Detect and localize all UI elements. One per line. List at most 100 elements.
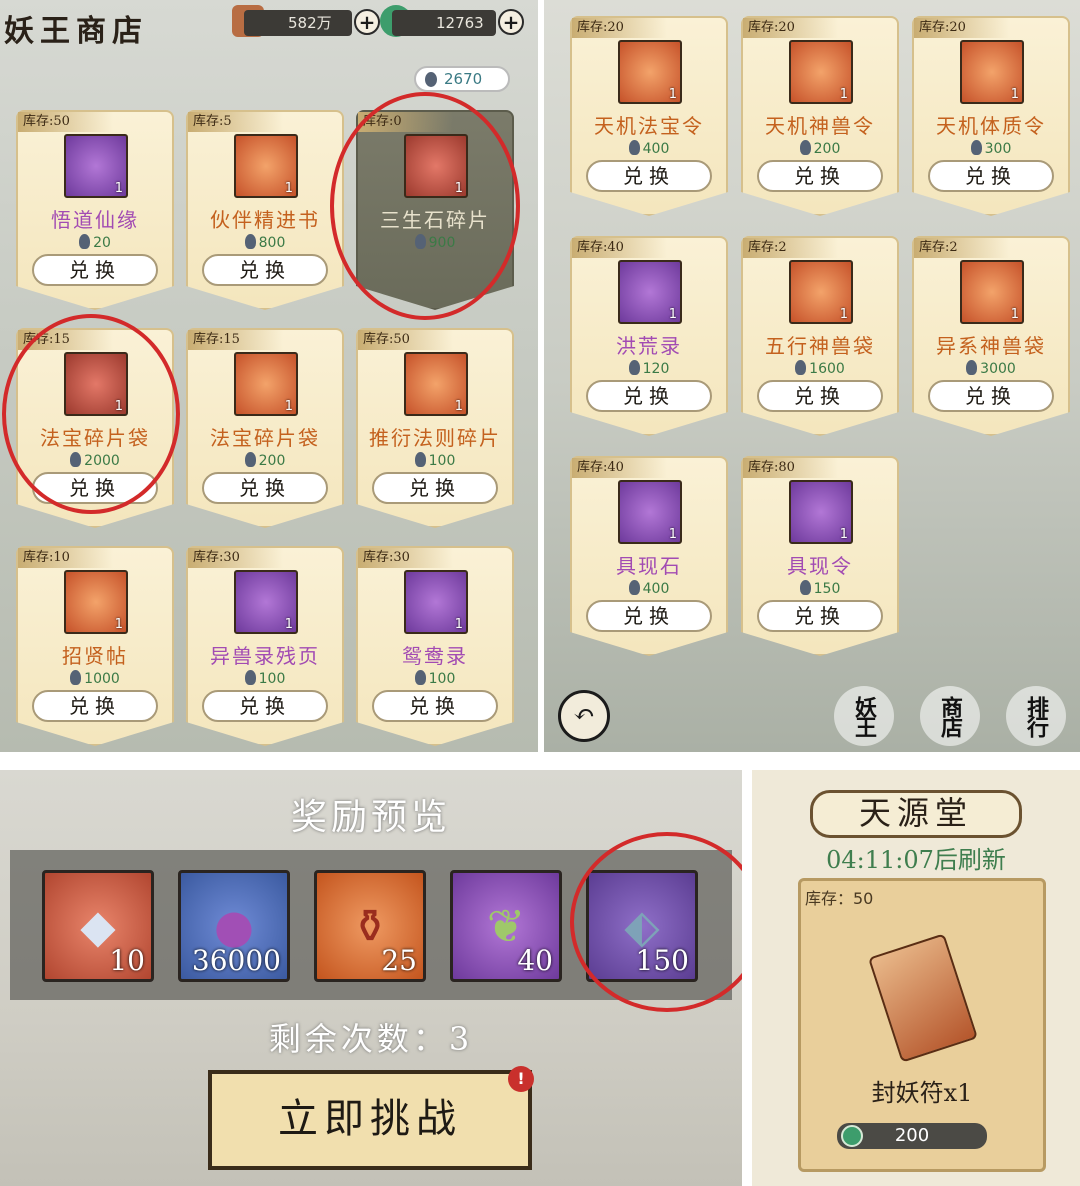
shop-panel-yaowang: 妖王商店 582万 + 12763 + 2670 库存:50 1 悟道仙缘 20… <box>0 0 538 752</box>
item-stock: 库存:50 <box>358 330 453 350</box>
item-price: 400 <box>572 580 726 597</box>
reward-jade[interactable]: ❦ 40 <box>450 870 562 982</box>
stone-icon <box>425 72 437 87</box>
item-qty: 1 <box>284 181 293 196</box>
currency-1-bar: 582万 <box>244 10 352 36</box>
item-name: 异兽录残页 <box>210 644 320 668</box>
item-name: 具现令 <box>787 554 853 578</box>
shop-item-card[interactable]: 库存:5 1 伙伴精进书 800 兑换 <box>186 110 344 310</box>
item-price: 3000 <box>914 360 1068 377</box>
exchange-button[interactable]: 兑换 <box>757 600 883 632</box>
reward-preview-panel: 奖励预览 ◆ 10 ● 36000 ⚱ 25 ❦ 40 ⬖ 150 剩余次数：3… <box>0 770 742 1186</box>
exchange-button[interactable]: 兑换 <box>757 380 883 412</box>
challenge-button[interactable]: 立即挑战 <box>208 1070 532 1170</box>
stone-icon <box>628 360 640 375</box>
shop-item-card[interactable]: 库存:30 1 异兽录残页 100 兑换 <box>186 546 344 746</box>
stone-icon <box>244 670 256 685</box>
stone-balance-value: 2670 <box>444 70 483 88</box>
item-qty: 1 <box>454 399 463 414</box>
exchange-button[interactable]: 兑换 <box>586 160 712 192</box>
item-qty: 1 <box>668 87 677 102</box>
item-name: 五行神兽袋 <box>765 334 875 358</box>
exchange-button[interactable]: 兑换 <box>202 254 328 286</box>
exchange-button[interactable]: 兑换 <box>372 690 498 722</box>
shop-item-card[interactable]: 库存:20 1 天机神兽令 200 兑换 <box>741 16 899 216</box>
item-qty: 1 <box>114 181 123 196</box>
shop-item-card[interactable]: 库存:40 1 具现石 400 兑换 <box>570 456 728 656</box>
shop-item-card[interactable]: 库存:30 1 鸳鸯录 100 兑换 <box>356 546 514 746</box>
exchange-button[interactable]: 兑换 <box>202 690 328 722</box>
currency-2-bar: 12763 <box>392 10 496 36</box>
exchange-button[interactable]: 兑换 <box>928 160 1054 192</box>
item-icon: 1 <box>234 570 298 634</box>
item-name: 伙伴精进书 <box>210 208 320 232</box>
add-currency-2-button[interactable]: + <box>498 9 524 35</box>
item-name: 具现石 <box>616 554 682 578</box>
item-stock: 库存:50 <box>18 112 113 132</box>
shop-item-card[interactable]: 库存:2 1 异系神兽袋 3000 兑换 <box>912 236 1070 436</box>
item-stock: 库存:15 <box>188 330 283 350</box>
item-icon: 1 <box>404 570 468 634</box>
shop-item-card[interactable]: 库存:80 1 具现令 150 兑换 <box>741 456 899 656</box>
item-price: 100 <box>188 670 342 687</box>
shop-item-card[interactable]: 库存:10 1 招贤帖 1000 兑换 <box>16 546 174 746</box>
reward-potion[interactable]: ⚱ 25 <box>314 870 426 982</box>
back-button[interactable]: ↶ <box>558 690 610 742</box>
exchange-button[interactable]: 兑换 <box>202 472 328 504</box>
item-name: 天机法宝令 <box>594 114 704 138</box>
shop-item-card[interactable]: 库存:15 1 法宝碎片袋 200 兑换 <box>186 328 344 528</box>
item-name: 推衍法则碎片 <box>369 426 501 450</box>
exchange-button[interactable]: 兑换 <box>586 380 712 412</box>
item-price: 1600 <box>743 360 897 377</box>
item-qty: 1 <box>1010 307 1019 322</box>
item-price-value: 300 <box>984 141 1012 157</box>
item-qty: 1 <box>839 87 848 102</box>
reward-count: 25 <box>381 944 417 977</box>
item-stock: 库存:20 <box>572 18 667 38</box>
exchange-button[interactable]: 兑换 <box>757 160 883 192</box>
item-icon: 1 <box>64 570 128 634</box>
nav-ranking[interactable]: 排行 <box>1006 686 1066 746</box>
item-price: 300 <box>914 140 1068 157</box>
item-stock: 库存:30 <box>188 548 283 568</box>
alert-badge: ! <box>508 1066 534 1092</box>
remaining-attempts: 剩余次数：3 <box>268 1020 474 1058</box>
shop-item-card[interactable]: 库存:2 1 五行神兽袋 1600 兑换 <box>741 236 899 436</box>
item-icon: 1 <box>789 480 853 544</box>
tianyuan-shop-panel: 天源堂 04:11:07后刷新 库存：50 封妖符x1 200 <box>752 770 1080 1186</box>
item-qty: 1 <box>284 399 293 414</box>
reward-orb[interactable]: ● 36000 <box>178 870 290 982</box>
reward-crystal[interactable]: ◆ 10 <box>42 870 154 982</box>
shop-item-card[interactable]: 库存:50 1 悟道仙缘 20 兑换 <box>16 110 174 310</box>
shop-item-card[interactable]: 库存：50 封妖符x1 200 <box>798 878 1046 1172</box>
exchange-button[interactable]: 兑换 <box>586 600 712 632</box>
item-price: 200 <box>743 140 897 157</box>
item-qty: 1 <box>668 527 677 542</box>
item-price-value: 400 <box>642 581 670 597</box>
exchange-button[interactable]: 兑换 <box>928 380 1054 412</box>
exchange-button[interactable]: 兑换 <box>372 472 498 504</box>
shop-item-card[interactable]: 库存:20 1 天机体质令 300 兑换 <box>912 16 1070 216</box>
exchange-button[interactable]: 兑换 <box>32 254 158 286</box>
nav-shop[interactable]: 商店 <box>920 686 980 746</box>
shop-item-card[interactable]: 库存:50 1 推衍法则碎片 100 兑换 <box>356 328 514 528</box>
shop-title: 天源堂 <box>810 790 1022 838</box>
stone-icon <box>414 670 426 685</box>
item-price-value: 120 <box>642 361 670 377</box>
item-stock: 库存:2 <box>743 238 838 258</box>
item-price-value: 200 <box>813 141 841 157</box>
item-stock: 库存:80 <box>743 458 838 478</box>
item-icon: 1 <box>960 40 1024 104</box>
item-stock: 库存:5 <box>188 112 283 132</box>
item-price: 400 <box>572 140 726 157</box>
item-price-value: 100 <box>428 671 456 687</box>
shop-item-card[interactable]: 库存:20 1 天机法宝令 400 兑换 <box>570 16 728 216</box>
nav-yaowang[interactable]: 妖王 <box>834 686 894 746</box>
exchange-button[interactable]: 兑换 <box>32 690 158 722</box>
item-icon: 1 <box>960 260 1024 324</box>
shop-item-card[interactable]: 库存:40 1 洪荒录 120 兑换 <box>570 236 728 436</box>
item-price: 200 <box>188 452 342 469</box>
item-qty: 1 <box>114 617 123 632</box>
add-currency-1-button[interactable]: + <box>354 9 380 35</box>
stone-icon <box>970 140 982 155</box>
